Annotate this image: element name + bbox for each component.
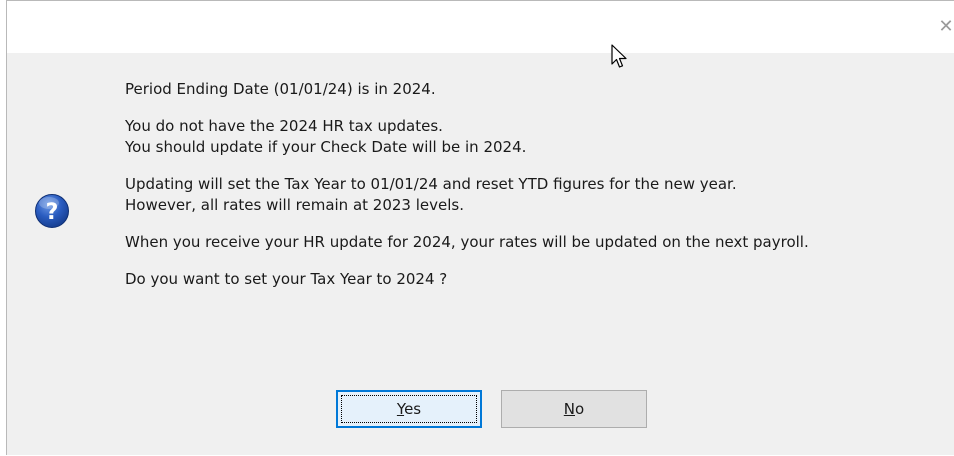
message-dialog: ✕ ? Period Ending Date (01/01/24) is in … [6, 0, 954, 455]
svg-text:?: ? [46, 200, 59, 225]
close-icon[interactable]: ✕ [936, 17, 954, 37]
message-text: Period Ending Date (01/01/24) is in 2024… [125, 79, 954, 290]
message-line: You do not have the 2024 HR tax updates. [125, 117, 443, 135]
question-icon: ? [35, 194, 69, 228]
dialog-body: ? Period Ending Date (01/01/24) is in 20… [7, 53, 954, 456]
no-button[interactable]: No [501, 390, 647, 428]
message-line: Do you want to set your Tax Year to 2024… [125, 270, 448, 288]
message-line: Updating will set the Tax Year to 01/01/… [125, 175, 737, 193]
yes-button[interactable]: Yes [336, 390, 482, 428]
message-line: However, all rates will remain at 2023 l… [125, 196, 464, 214]
title-bar[interactable]: ✕ [7, 1, 954, 53]
no-label-rest: o [575, 400, 585, 418]
message-line: Period Ending Date (01/01/24) is in 2024… [125, 80, 436, 98]
no-mnemonic: N [563, 400, 576, 418]
message-line: When you receive your HR update for 2024… [125, 233, 809, 251]
message-line: You should update if your Check Date wil… [125, 138, 527, 156]
focus-rectangle [341, 395, 477, 423]
